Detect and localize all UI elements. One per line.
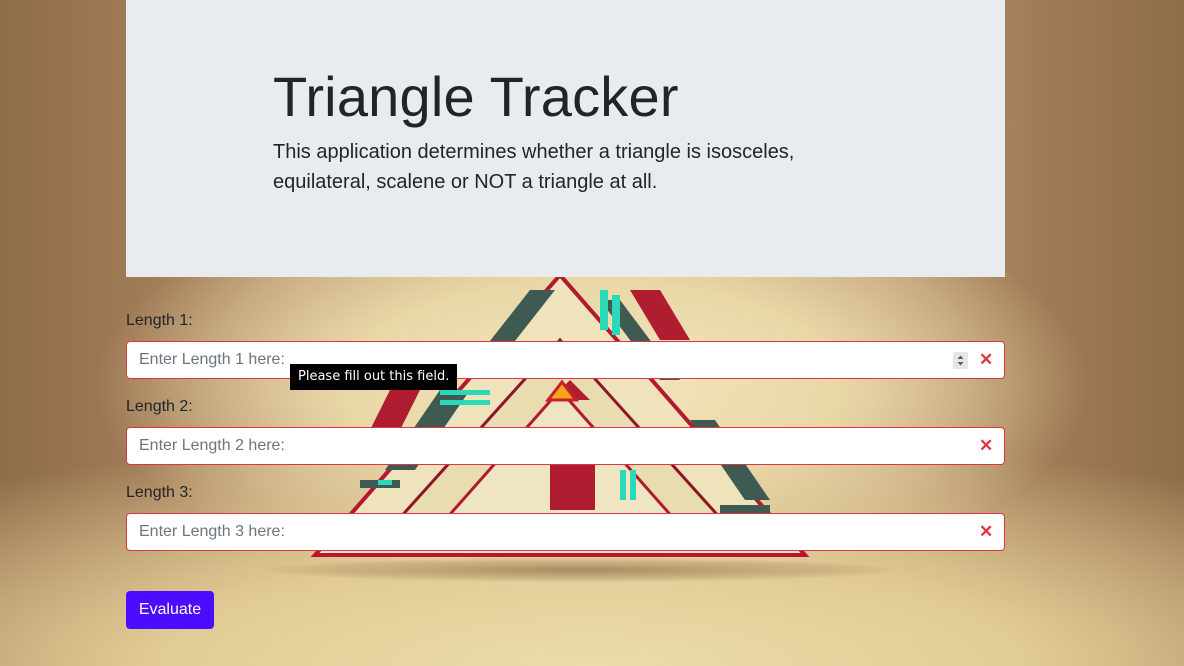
close-icon: ✕ [979,522,994,541]
evaluate-button[interactable]: Evaluate [126,591,214,629]
page-title: Triangle Tracker [273,65,679,128]
length-2-label: Length 2: [126,398,193,415]
validation-tooltip: Please fill out this field. [290,364,458,390]
floor-shadow [270,558,890,582]
page-description: This application determines whether a tr… [273,141,795,193]
length-1-label: Length 1: [126,312,193,329]
length-1-input[interactable] [127,342,951,378]
length-2-field: ✕ [126,427,1005,465]
header-jumbotron: Triangle Tracker This application determ… [126,0,1005,277]
stepper-icon[interactable] [953,352,968,369]
length-3-input[interactable] [127,514,951,550]
close-icon: ✕ [979,436,994,455]
length-3-label: Length 3: [126,484,193,501]
length-1-field: ✕ [126,341,1005,379]
close-icon: ✕ [979,350,994,369]
length-3-field: ✕ [126,513,1005,551]
length-2-input[interactable] [127,428,951,464]
